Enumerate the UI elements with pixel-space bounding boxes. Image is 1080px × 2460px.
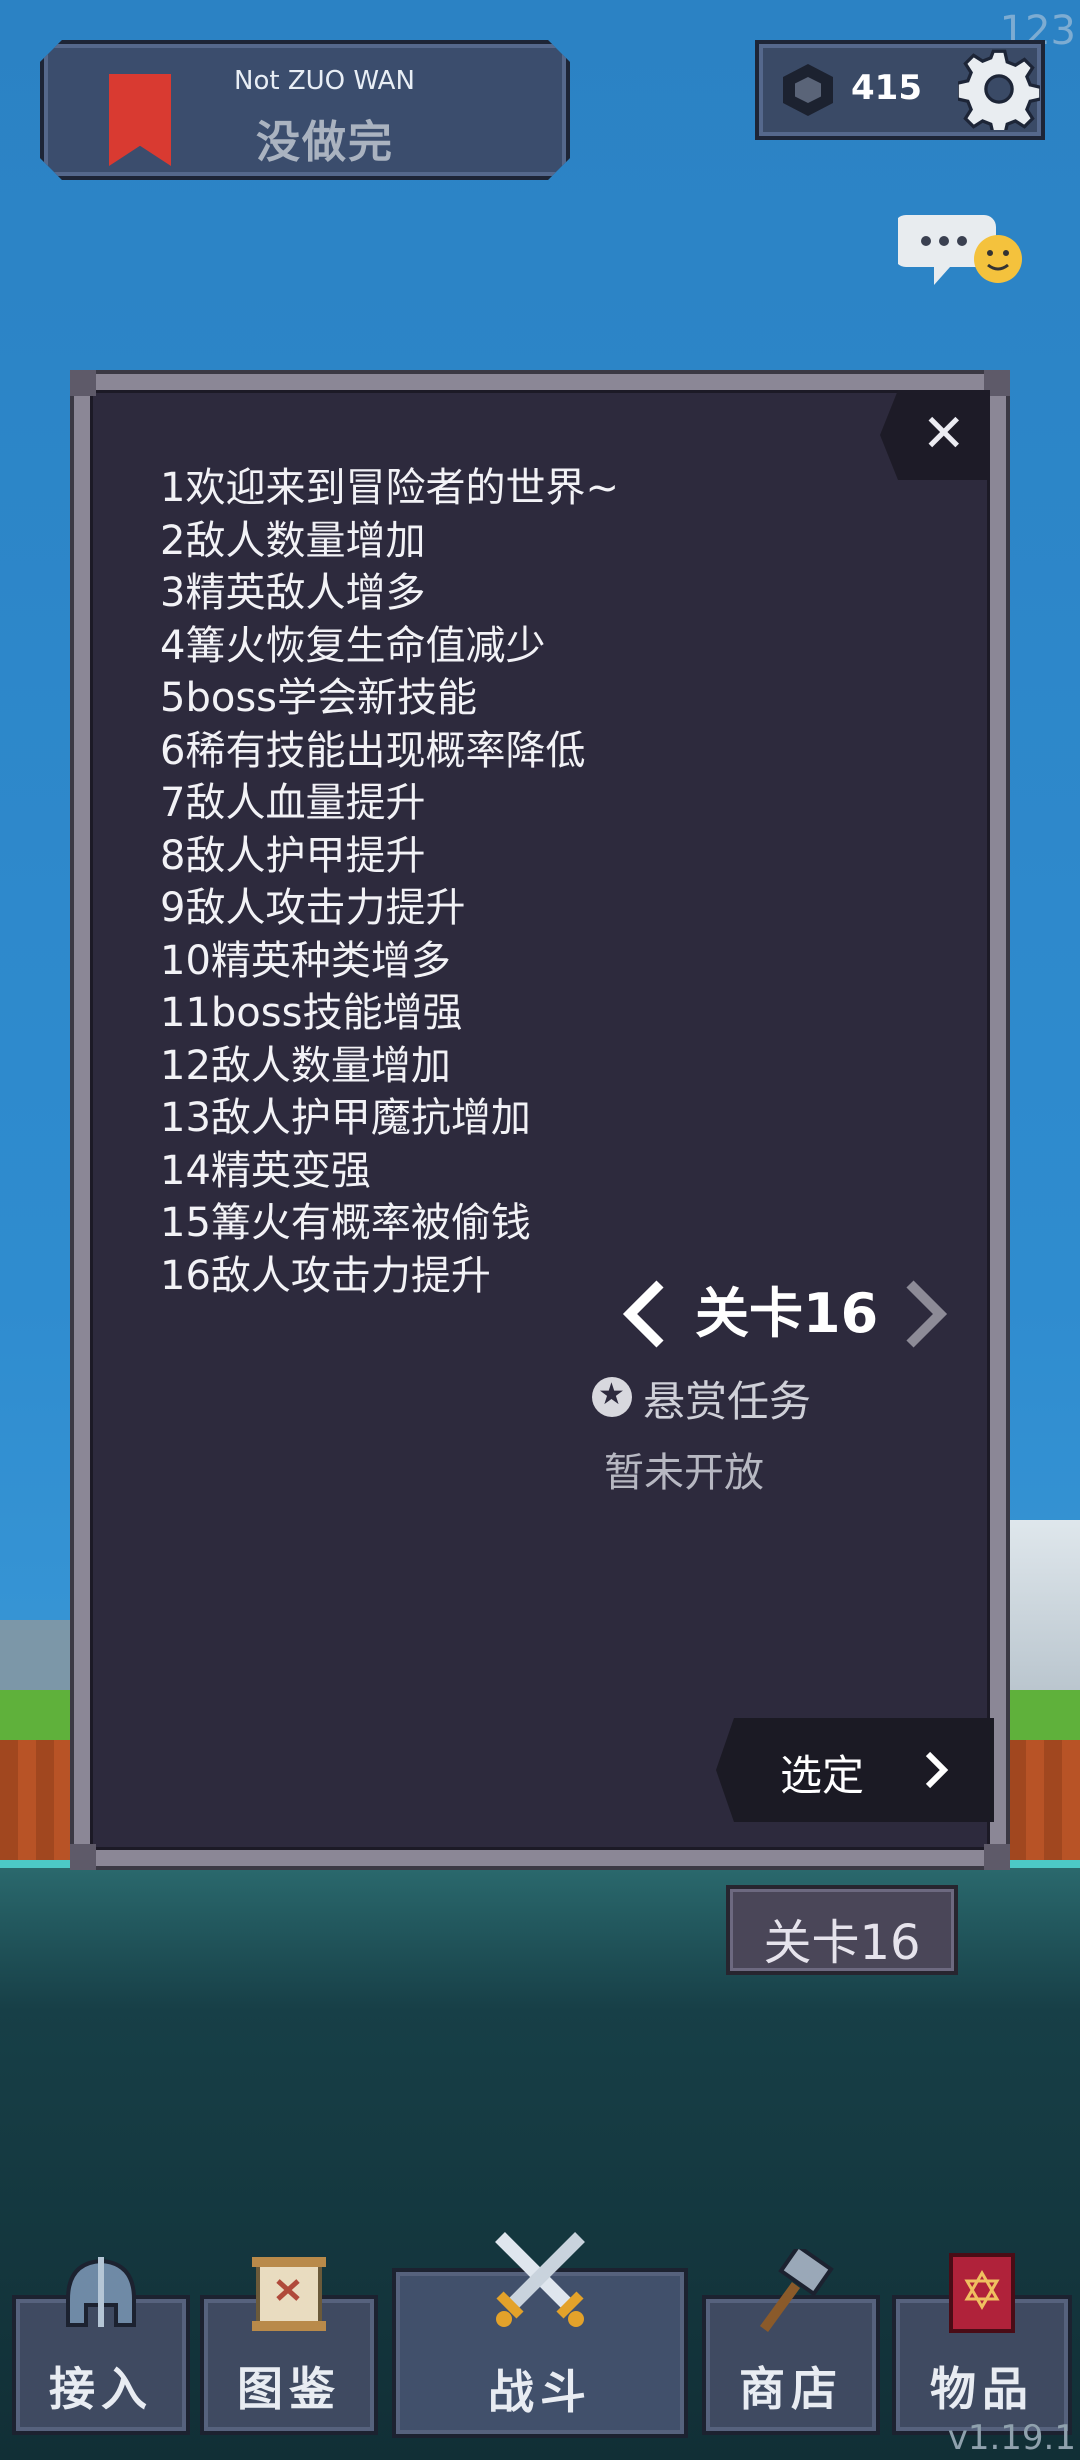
bounty-star-icon: [592, 1377, 632, 1417]
rule-item: 2敌人数量增加: [160, 517, 426, 564]
gear-icon[interactable]: [958, 48, 1040, 130]
panel-corner: [70, 1844, 96, 1870]
quest-title: 没做完: [256, 117, 394, 168]
rule-item: 1欢迎来到冒险者的世界~: [160, 465, 619, 511]
rule-item: 3精英敌人增多: [160, 570, 426, 616]
bookmark-icon: [109, 74, 171, 166]
previous-stage-button[interactable]: [620, 1278, 670, 1350]
hammer-icon: [759, 2249, 834, 2332]
rule-item: 11boss技能增强: [160, 990, 463, 1036]
rule-item: 7敌人血量提升: [160, 780, 426, 826]
nav-label: 图鉴: [237, 2362, 341, 2416]
gem-icon: [783, 64, 833, 116]
rule-item: 14精英变强: [160, 1147, 371, 1194]
nav-item-connect[interactable]: 接入: [12, 2257, 190, 2435]
scroll-icon: [252, 2257, 326, 2331]
rule-item: 8敌人护甲提升: [160, 832, 426, 879]
close-button[interactable]: ✕: [880, 390, 990, 480]
spellbook-icon: [949, 2253, 1015, 2333]
chat-icon[interactable]: [898, 205, 1023, 295]
rule-item: 4篝火恢复生命值减少: [160, 622, 546, 669]
chevron-right-icon: [925, 1751, 949, 1789]
panel-corner: [984, 1844, 1010, 1870]
nav-item-codex[interactable]: 图鉴: [200, 2257, 378, 2435]
rule-item: 10精英种类增多: [160, 937, 451, 984]
bottom-nav: 接入 图鉴 战斗 商店 物品: [0, 2232, 1080, 2460]
rule-item: 12敌人数量增加: [160, 1042, 451, 1089]
nav-label: 物品: [930, 2362, 1034, 2416]
stage-badge-label: 关卡16: [763, 1915, 921, 1971]
version-label: v1.19.1: [947, 2418, 1076, 2458]
quest-subtitle: Not ZUO WAN: [234, 66, 415, 96]
nav-label: 战斗: [488, 2365, 592, 2419]
nav-label: 接入: [49, 2362, 153, 2416]
select-label: 选定: [780, 1751, 865, 1800]
bounty-label: 悬赏任务: [643, 1377, 812, 1426]
rule-item: 15篝火有概率被偷钱: [160, 1200, 531, 1246]
cliff-background: [1000, 1520, 1080, 1710]
gem-count: 415: [851, 68, 922, 108]
rule-item: 5boss学会新技能: [160, 675, 477, 721]
next-stage-button[interactable]: [900, 1278, 950, 1350]
select-button[interactable]: 选定: [716, 1718, 994, 1822]
rule-item: 13敌人护甲魔抗增加: [160, 1095, 531, 1141]
stage-title: 关卡16: [695, 1282, 879, 1345]
house-background: [0, 1620, 75, 1700]
stage-selector: 关卡16: [620, 1278, 950, 1350]
current-stage-badge[interactable]: 关卡16: [726, 1885, 958, 1975]
rule-item: 9敌人攻击力提升: [160, 885, 466, 931]
nav-item-shop[interactable]: 商店: [702, 2249, 880, 2435]
panel-corner: [70, 370, 96, 396]
close-icon: ✕: [922, 404, 966, 464]
rule-item: 6稀有技能出现概率降低: [160, 727, 586, 774]
difficulty-rules-list: 1欢迎来到冒险者的世界~ 2敌人数量增加 3精英敌人增多 4篝火恢复生命值减少 …: [160, 462, 800, 1302]
crossed-swords-icon: [495, 2232, 585, 2327]
nav-label: 商店: [739, 2362, 843, 2416]
nav-item-items[interactable]: 物品: [892, 2253, 1072, 2435]
nav-item-battle[interactable]: 战斗: [392, 2232, 688, 2438]
quest-banner[interactable]: Not ZUO WAN 没做完: [40, 40, 570, 180]
helmet-icon: [66, 2257, 136, 2327]
bounty-status: 暂未开放: [604, 1450, 764, 1496]
